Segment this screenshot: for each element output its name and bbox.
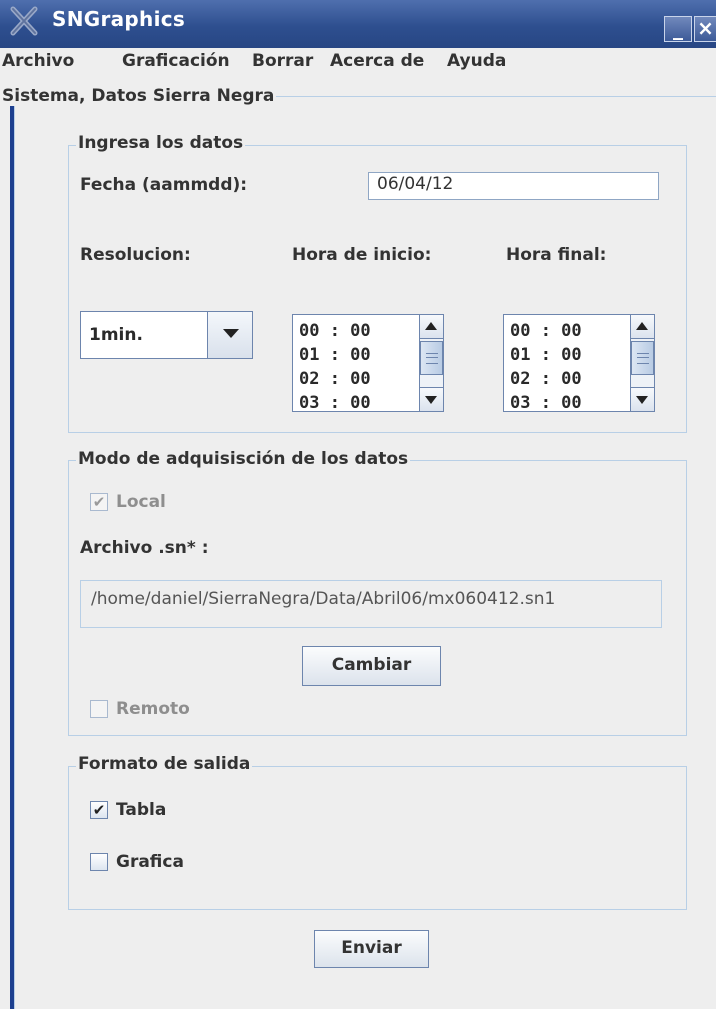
menu-ayuda[interactable]: Ayuda [447, 51, 506, 71]
menu-acerca-de[interactable]: Acerca de [330, 51, 424, 71]
scroll-up-icon[interactable] [420, 315, 443, 339]
minimize-button[interactable]: _ [664, 16, 692, 42]
hora-final-items: 00 : 00 01 : 00 02 : 00 03 : 00 [510, 319, 582, 411]
title-bar: SNGraphics _ × [0, 0, 716, 48]
menu-bar: Archivo Graficación Borrar Acerca de Ayu… [0, 48, 716, 76]
scroll-down-icon[interactable] [420, 387, 443, 411]
tabla-checkbox[interactable]: ✔ [90, 801, 108, 819]
menu-borrar[interactable]: Borrar [252, 51, 313, 71]
fecha-input[interactable]: 06/04/12 [368, 172, 659, 200]
archivo-path-field: /home/daniel/SierraNegra/Data/Abril06/mx… [80, 580, 662, 628]
grafica-checkbox[interactable] [90, 853, 108, 871]
archivo-label: Archivo .sn* : [80, 538, 209, 558]
list-item[interactable]: 02 : 00 [299, 367, 371, 391]
list-item[interactable]: 00 : 00 [299, 319, 371, 343]
remoto-checkbox[interactable] [90, 700, 108, 718]
fecha-label: Fecha (aammdd): [80, 175, 248, 195]
resolucion-selected-value: 1min. [89, 325, 143, 345]
remoto-label: Remoto [116, 699, 190, 719]
list-item[interactable]: 03 : 00 [299, 391, 371, 411]
grafica-label: Grafica [116, 852, 184, 872]
local-checkbox[interactable]: ✔ [90, 493, 108, 511]
close-button[interactable]: × [694, 16, 716, 42]
tabla-label: Tabla [116, 800, 167, 820]
chevron-down-icon[interactable] [207, 312, 252, 358]
hora-inicio-scrollbar[interactable] [419, 315, 443, 411]
scroll-thumb[interactable] [420, 341, 443, 375]
resolucion-label: Resolucion: [80, 245, 191, 265]
menu-graficacion[interactable]: Graficación [122, 51, 230, 71]
hora-inicio-items: 00 : 00 01 : 00 02 : 00 03 : 00 [299, 319, 371, 411]
window-title: SNGraphics [52, 7, 186, 31]
app-x-logo-icon [10, 6, 38, 36]
resolucion-select[interactable]: 1min. [80, 311, 253, 359]
list-item[interactable]: 01 : 00 [299, 343, 371, 367]
enviar-button[interactable]: Enviar [314, 930, 429, 968]
local-label: Local [116, 492, 166, 512]
cambiar-button[interactable]: Cambiar [302, 646, 441, 686]
hora-final-scrollbar[interactable] [630, 315, 654, 411]
list-item[interactable]: 03 : 00 [510, 391, 582, 411]
hora-inicio-list[interactable]: 00 : 00 01 : 00 02 : 00 03 : 00 [292, 314, 444, 412]
formato-salida-group [68, 766, 687, 910]
ingresa-datos-legend: Ingresa los datos [76, 133, 246, 153]
list-item[interactable]: 02 : 00 [510, 367, 582, 391]
formato-salida-legend: Formato de salida [76, 754, 253, 774]
scroll-thumb[interactable] [631, 341, 654, 375]
list-item[interactable]: 01 : 00 [510, 343, 582, 367]
scroll-down-icon[interactable] [631, 387, 654, 411]
hora-final-label: Hora final: [506, 245, 607, 265]
hora-inicio-label: Hora de inicio: [292, 245, 432, 265]
hora-final-list[interactable]: 00 : 00 01 : 00 02 : 00 03 : 00 [503, 314, 655, 412]
list-item[interactable]: 00 : 00 [510, 319, 582, 343]
modo-adquisicion-legend: Modo de adquisisción de los datos [76, 449, 411, 469]
menu-archivo[interactable]: Archivo [2, 51, 74, 71]
scroll-up-icon[interactable] [631, 315, 654, 339]
panel-title: Sistema, Datos Sierra Negra [0, 86, 277, 106]
